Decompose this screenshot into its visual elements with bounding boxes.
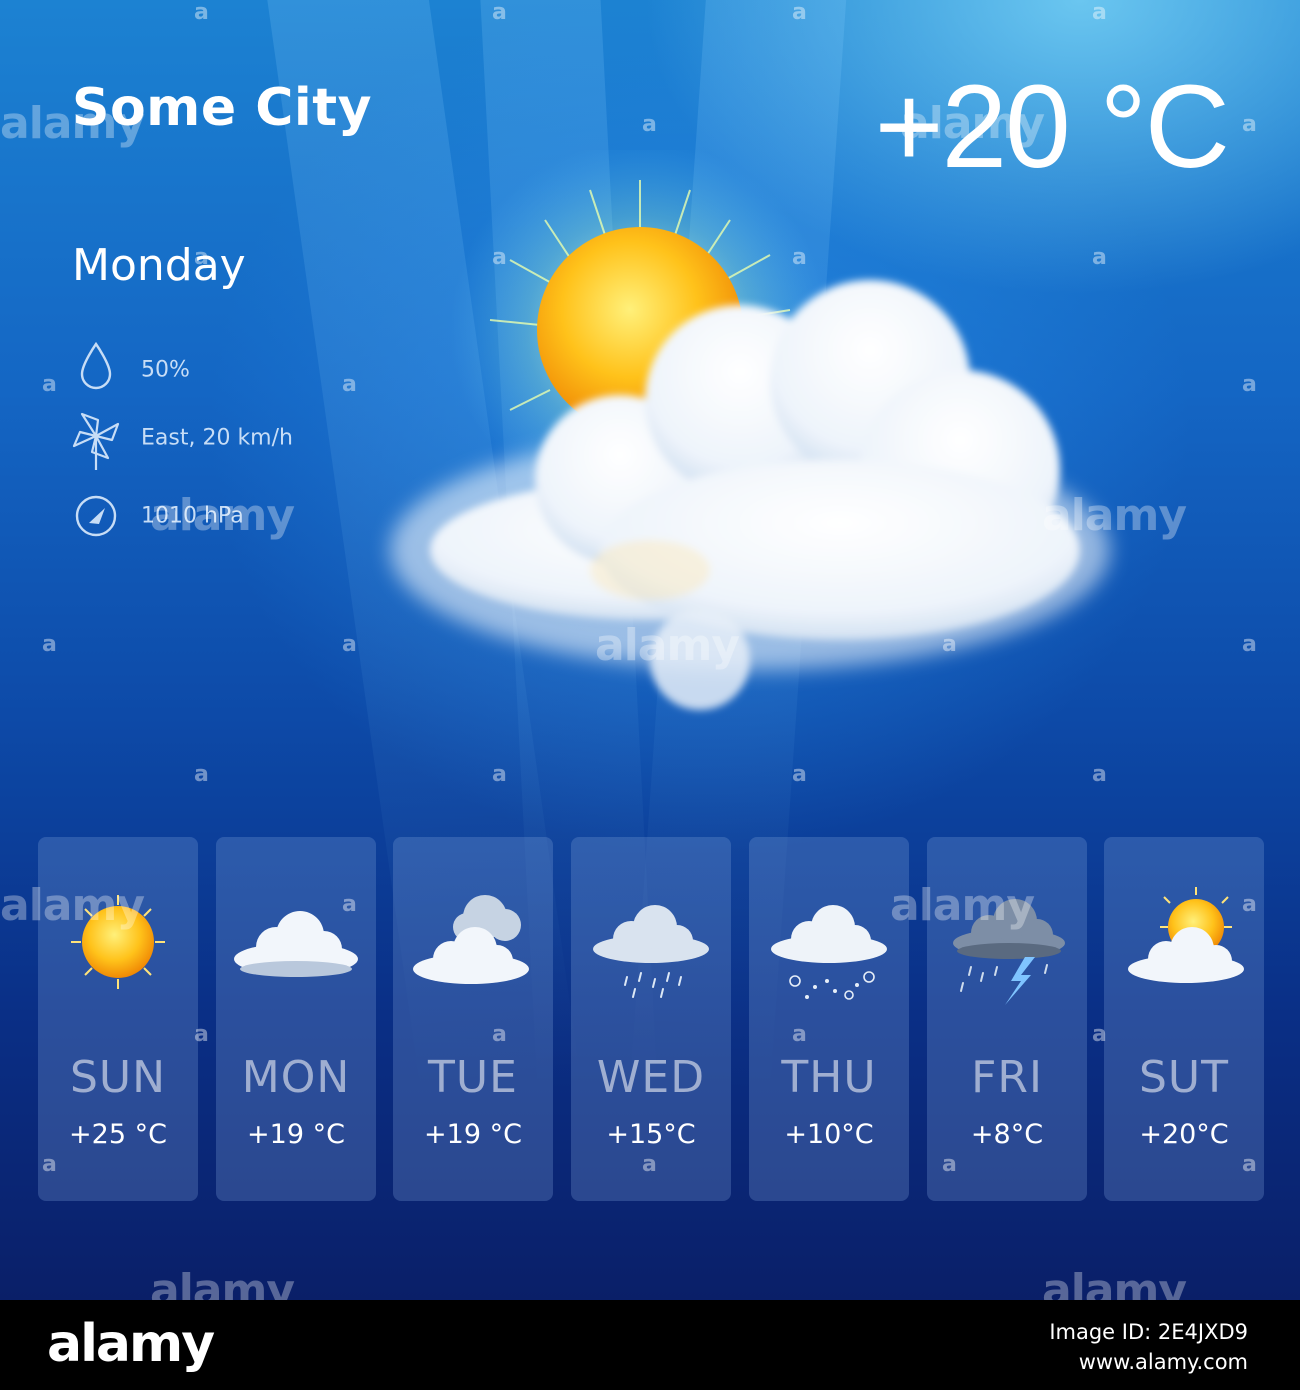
forecast-card-sut[interactable]: SUT +20°C <box>1104 837 1264 1201</box>
watermark-mark: a <box>792 762 807 787</box>
humidity-drop-icon <box>80 341 112 390</box>
humidity-value: 50% <box>141 357 190 383</box>
wind-pinwheel-icon <box>72 412 120 470</box>
forecast-day: SUN <box>69 1052 167 1103</box>
forecast-day: SUT <box>1138 1052 1229 1103</box>
watermark-mark: a <box>942 1152 957 1177</box>
watermark-mark: a <box>194 762 209 787</box>
watermark-mark: a <box>194 0 209 25</box>
watermark: alamy <box>890 880 1035 931</box>
wind-value: East, 20 km/h <box>141 425 293 451</box>
watermark-mark: a <box>792 1022 807 1047</box>
watermark-mark: a <box>342 632 357 657</box>
watermark-mark: a <box>642 112 657 137</box>
forecast-temp: +10°C <box>784 1119 874 1150</box>
watermark: alamy <box>595 620 740 671</box>
watermark-mark: a <box>492 762 507 787</box>
watermark: alamy <box>0 880 145 931</box>
site-url: www.alamy.com <box>1078 1350 1248 1374</box>
forecast-day: TUE <box>428 1052 518 1103</box>
watermark-mark: a <box>42 1152 57 1177</box>
rain-icon <box>593 905 709 998</box>
watermark-mark: a <box>1242 112 1257 137</box>
forecast-day: WED <box>596 1052 706 1103</box>
weather-widget: Some City +20 °C Monday 50% East, 20 km/… <box>0 0 1300 1300</box>
watermark: alamy <box>150 1265 295 1300</box>
forecast-card-tue[interactable]: TUE +19 °C <box>393 837 553 1201</box>
pressure-gauge-icon <box>75 495 117 537</box>
watermark-mark: a <box>1242 1152 1257 1177</box>
watermark-mark: a <box>492 0 507 25</box>
watermark-mark: a <box>642 1152 657 1177</box>
watermark: alamy <box>150 490 295 541</box>
forecast-temp: +19 °C <box>424 1119 522 1150</box>
watermark-mark: a <box>492 1022 507 1047</box>
stock-logo: alamy <box>47 1314 215 1374</box>
watermark-mark: a <box>1092 762 1107 787</box>
image-id: Image ID: 2E4JXD9 <box>1049 1320 1248 1344</box>
partly-cloudy-icon <box>1128 887 1244 983</box>
forecast-day: THU <box>781 1052 877 1103</box>
watermark-mark: a <box>792 0 807 25</box>
watermark: alamy <box>0 98 145 149</box>
watermark-mark: a <box>42 372 57 397</box>
watermark-mark: a <box>1092 0 1107 25</box>
watermark-mark: a <box>194 1022 209 1047</box>
stock-footer: alamy Image ID: 2E4JXD9 www.alamy.com <box>0 1300 1300 1390</box>
watermark-mark: a <box>942 632 957 657</box>
forecast-card-wed[interactable]: WED +15°C <box>571 837 731 1201</box>
watermark-mark: a <box>1242 892 1257 917</box>
watermark: alamy <box>1042 1265 1187 1300</box>
overcast-icon <box>413 895 529 984</box>
watermark-mark: a <box>1242 632 1257 657</box>
watermark-mark: a <box>1092 245 1107 270</box>
current-day: Monday <box>72 240 246 291</box>
watermark-mark: a <box>492 245 507 270</box>
watermark: alamy <box>900 98 1045 149</box>
watermark: alamy <box>1042 490 1187 541</box>
forecast-temp: +15°C <box>606 1119 696 1150</box>
watermark-mark: a <box>1092 1022 1107 1047</box>
watermark-mark: a <box>194 245 209 270</box>
forecast-temp: +25 °C <box>69 1119 167 1150</box>
forecast-day: MON <box>241 1052 351 1103</box>
forecast-temp: +19 °C <box>247 1119 345 1150</box>
forecast-temp: +8°C <box>970 1119 1044 1150</box>
watermark-mark: a <box>342 892 357 917</box>
forecast-temp: +20°C <box>1139 1119 1229 1150</box>
watermark-mark: a <box>792 245 807 270</box>
forecast-card-thu[interactable]: THU +10°C <box>749 837 909 1201</box>
watermark-mark: a <box>1242 372 1257 397</box>
snow-rain-icon <box>771 905 887 1000</box>
watermark-mark: a <box>42 632 57 657</box>
forecast-day: FRI <box>971 1052 1043 1103</box>
watermark-mark: a <box>342 372 357 397</box>
sun-behind-cloud-icon <box>390 150 1110 710</box>
